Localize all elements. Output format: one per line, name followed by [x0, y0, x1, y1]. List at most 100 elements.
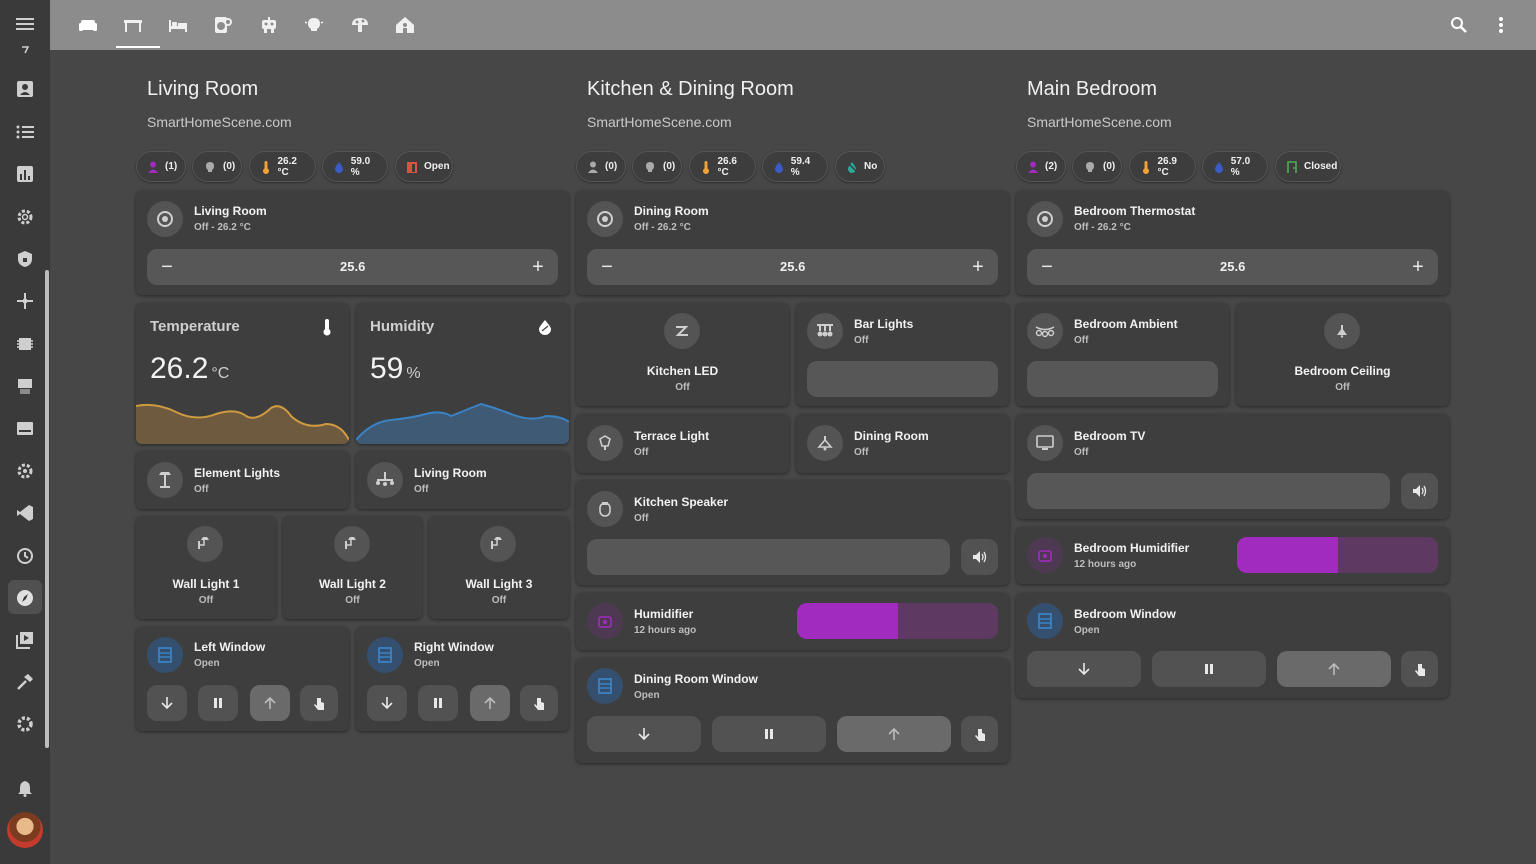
temperature-sensor-card[interactable]: Temperature 26.2 °C [136, 303, 349, 444]
humidifier-level-slider[interactable] [797, 603, 998, 639]
wall-light-3-card[interactable]: Wall Light 3 Off [429, 516, 569, 619]
bedroom-ambient-card[interactable]: Bedroom Ambient Off [1016, 303, 1229, 406]
kitchen-led-card[interactable]: Kitchen LED Off [576, 303, 789, 406]
decrease-temperature-button[interactable]: − [1027, 249, 1067, 285]
temperature-chip[interactable]: 26.6 °C [689, 151, 756, 182]
increase-temperature-button[interactable]: + [958, 249, 998, 285]
cover-position-button[interactable] [520, 685, 558, 721]
media-icon[interactable] [14, 629, 36, 651]
living-room-light-card[interactable]: Living Room Off [356, 451, 569, 509]
increase-temperature-button[interactable]: + [1398, 249, 1438, 285]
dining-room-light-card[interactable]: Dining Room Off [796, 414, 1009, 473]
chip-icon[interactable] [14, 333, 36, 355]
temperature-chip[interactable]: 26.2 °C [249, 151, 316, 182]
cover-position-button[interactable] [300, 685, 338, 721]
cover-position-button[interactable] [1401, 651, 1438, 687]
wall-light-1-card[interactable]: Wall Light 1 Off [136, 516, 276, 619]
compass-icon[interactable] [14, 587, 36, 609]
bedroom-window-card[interactable]: Bedroom Window Open [1016, 593, 1449, 698]
close-cover-button[interactable] [367, 685, 407, 721]
open-cover-button[interactable] [250, 685, 290, 721]
tab-lights[interactable] [301, 12, 327, 38]
bedroom-ceiling-card[interactable]: Bedroom Ceiling Off [1236, 303, 1449, 406]
sidebar-scrollbar[interactable] [45, 270, 49, 748]
stop-cover-button[interactable] [418, 685, 458, 721]
format-list-icon[interactable] [14, 121, 36, 143]
open-cover-button[interactable] [1277, 651, 1391, 687]
decrease-temperature-button[interactable]: − [147, 249, 187, 285]
account-box-icon[interactable] [14, 78, 36, 100]
settings-icon[interactable] [14, 713, 36, 735]
lights-chip[interactable]: (0) [632, 151, 682, 182]
tab-mushroom[interactable] [347, 12, 373, 38]
humidifier-level-slider[interactable] [1237, 537, 1438, 573]
open-cover-button[interactable] [837, 716, 951, 752]
hacs-icon[interactable] [14, 375, 36, 397]
search-button[interactable] [1446, 12, 1472, 38]
close-cover-button[interactable] [147, 685, 187, 721]
network-icon[interactable] [14, 290, 36, 312]
humidity-chip[interactable]: 57.0 % [1202, 151, 1268, 182]
shield-home-icon[interactable] [14, 248, 36, 270]
brightness-slider[interactable] [807, 361, 998, 397]
brightness-slider[interactable] [1027, 361, 1218, 397]
humidity-chip[interactable]: 59.4 % [762, 151, 828, 182]
right-window-card[interactable]: Right Window Open [356, 627, 569, 731]
temperature-chip[interactable]: 26.9 °C [1129, 151, 1196, 182]
stop-cover-button[interactable] [712, 716, 826, 752]
user-avatar[interactable] [7, 812, 43, 848]
bedroom-thermostat-card[interactable]: Bedroom Thermostat Off - 26.2 °C − 25.6 … [1016, 191, 1449, 295]
close-cover-button[interactable] [1027, 651, 1141, 687]
bell-icon[interactable] [14, 777, 36, 799]
cog-outline-icon[interactable] [14, 206, 36, 228]
bedroom-tv-card[interactable]: Bedroom TV Off [1016, 414, 1449, 519]
element-lights-card[interactable]: Element Lights Off [136, 451, 349, 509]
chart-icon[interactable] [14, 163, 36, 185]
decrease-temperature-button[interactable]: − [587, 249, 627, 285]
lights-chip[interactable]: (0) [1072, 151, 1122, 182]
open-cover-button[interactable] [470, 685, 510, 721]
dining-window-card[interactable]: Dining Room Window Open [576, 658, 1009, 763]
volume-slider[interactable] [1027, 473, 1390, 509]
humidity-sensor-card[interactable]: Humidity 59% [356, 303, 569, 444]
lights-chip[interactable]: (0) [192, 151, 242, 182]
monitor-icon[interactable] [14, 418, 36, 440]
door-chip[interactable]: Closed [1275, 151, 1341, 182]
volume-button[interactable] [1401, 473, 1438, 509]
increase-temperature-button[interactable]: + [518, 249, 558, 285]
stop-cover-button[interactable] [198, 685, 238, 721]
living-thermostat-card[interactable]: Living Room Off - 26.2 °C − 25.6 + [136, 191, 569, 295]
thermometer-icon [700, 160, 712, 174]
tab-home-person[interactable] [392, 12, 418, 38]
volume-slider[interactable] [587, 539, 950, 575]
tab-dining[interactable] [120, 12, 146, 38]
menu-icon[interactable] [14, 13, 36, 35]
left-window-card[interactable]: Left Window Open [136, 627, 349, 731]
history-icon[interactable] [14, 545, 36, 567]
occupancy-chip[interactable]: (0) [576, 151, 626, 182]
hammer-icon[interactable] [14, 671, 36, 693]
cover-position-button[interactable] [961, 716, 998, 752]
vscode-icon[interactable] [14, 502, 36, 524]
humidifier-card[interactable]: Humidifier 12 hours ago [576, 593, 1009, 650]
humidity-chip[interactable]: 59.0 % [322, 151, 388, 182]
occupancy-chip[interactable]: (2) [1016, 151, 1066, 182]
volume-button[interactable] [961, 539, 998, 575]
wall-light-2-card[interactable]: Wall Light 2 Off [283, 516, 422, 619]
occupancy-chip[interactable]: (1) [136, 151, 186, 182]
door-chip[interactable]: Open [395, 151, 453, 182]
dining-thermostat-card[interactable]: Dining Room Off - 26.2 °C − 25.6 + [576, 191, 1009, 295]
close-cover-button[interactable] [587, 716, 701, 752]
tab-living-room[interactable] [75, 12, 101, 38]
bedroom-humidifier-card[interactable]: Bedroom Humidifier 12 hours ago [1016, 527, 1449, 584]
bar-lights-card[interactable]: Bar Lights Off [796, 303, 1009, 406]
tab-robot[interactable] [256, 12, 282, 38]
kitchen-speaker-card[interactable]: Kitchen Speaker Off [576, 480, 1009, 585]
tab-laundry[interactable] [210, 12, 236, 38]
overflow-menu-button[interactable] [1488, 12, 1514, 38]
terrace-light-card[interactable]: Terrace Light Off [576, 414, 789, 473]
cog-play-icon[interactable] [14, 460, 36, 482]
stop-cover-button[interactable] [1152, 651, 1266, 687]
tab-bedroom[interactable] [165, 12, 191, 38]
leak-chip[interactable]: No [835, 151, 885, 182]
